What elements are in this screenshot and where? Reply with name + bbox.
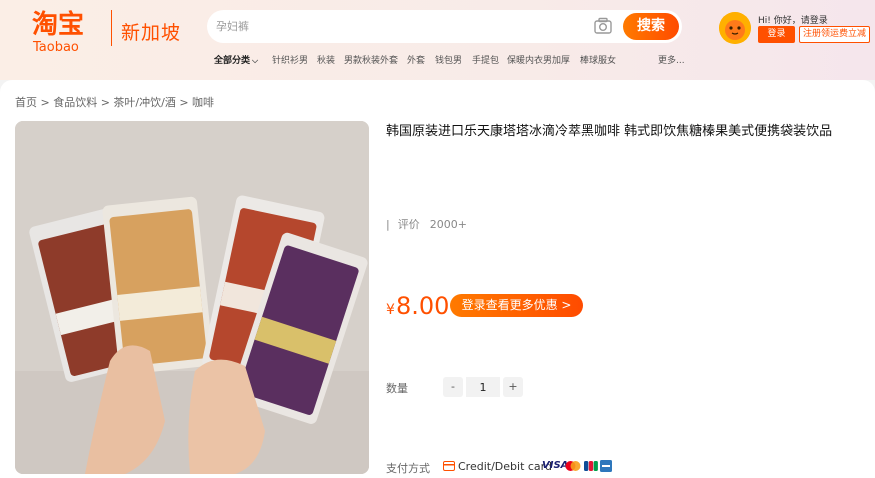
rating-count: 2000+ [429, 218, 467, 231]
amex-icon [600, 460, 612, 472]
credit-card-icon [443, 461, 455, 471]
nav-all-label: 全部分类 [214, 56, 251, 66]
nav-item[interactable]: 男款秋装外套 [344, 53, 398, 66]
price-currency: ¥ [386, 302, 395, 318]
region-label: 新加坡 [121, 22, 182, 44]
rating-label: 评价 [397, 218, 420, 231]
payment-label: 支付方式 [386, 462, 430, 475]
logo-cn-text: 淘宝 [32, 9, 84, 40]
logo-divider [111, 10, 112, 46]
rating-separator: | [386, 218, 390, 231]
login-button[interactable]: 登录 [758, 26, 795, 43]
price-value: 8.00 [396, 292, 450, 320]
quantity-increase-button[interactable]: + [503, 377, 523, 397]
quantity-input[interactable] [466, 377, 500, 397]
quantity-decrease-button[interactable]: - [443, 377, 463, 397]
nav-all-categories[interactable]: 全部分类 ⌵ [214, 53, 258, 66]
nav-item[interactable]: 棒球服女 [580, 53, 616, 66]
mastercard-icon [565, 461, 581, 471]
nav-item[interactable]: 手提包 [472, 53, 499, 66]
product-image[interactable] [15, 121, 369, 474]
quantity-label: 数量 [386, 382, 408, 395]
nav-more[interactable]: 更多... [658, 53, 685, 66]
nav-item[interactable]: 针织衫男 [272, 53, 308, 66]
register-button[interactable]: 注册领运费立减 [799, 26, 870, 43]
nav-item[interactable]: 钱包男 [435, 53, 462, 66]
nav-item[interactable]: 外套 [407, 53, 425, 66]
jcb-icon [584, 461, 598, 471]
product-title: 韩国原装进口乐天康塔塔冰滴冷萃黑咖啡 韩式即饮焦糖榛果美式便携袋装饮品 [386, 124, 833, 139]
payment-method-label: Credit/Debit card [458, 460, 552, 473]
nav-item[interactable]: 秋装 [317, 53, 335, 66]
nav-item[interactable]: 保暖内衣男加厚 [507, 53, 570, 66]
rating-row[interactable]: | 评价 2000+ [386, 216, 467, 232]
site-header: 淘宝 Taobao 新加坡 搜索 全部分类⌵ 针织衫男 秋装 男款秋装外套 外套… [0, 0, 875, 80]
user-greeting: Hi! 你好，请登录 [758, 16, 828, 26]
taobao-logo[interactable]: 淘宝 Taobao [30, 6, 110, 56]
search-button[interactable]: 搜索 [623, 13, 679, 40]
logo-en-text: Taobao [32, 40, 79, 55]
chevron-down-icon: ⌵ [252, 56, 259, 65]
breadcrumb[interactable]: 首页 > 食品饮料 > 茶叶/冲饮/酒 > 咖啡 [15, 94, 214, 110]
avatar[interactable] [719, 12, 751, 44]
login-promo-button[interactable]: 登录查看更多优惠 > [450, 294, 583, 317]
search-box: 搜索 [207, 10, 682, 43]
product-panel: 首页 > 食品饮料 > 茶叶/冲饮/酒 > 咖啡 韩国原装进口乐天康塔塔冰滴冷萃… [0, 80, 875, 478]
search-input[interactable] [216, 16, 586, 36]
camera-icon[interactable] [593, 17, 613, 35]
